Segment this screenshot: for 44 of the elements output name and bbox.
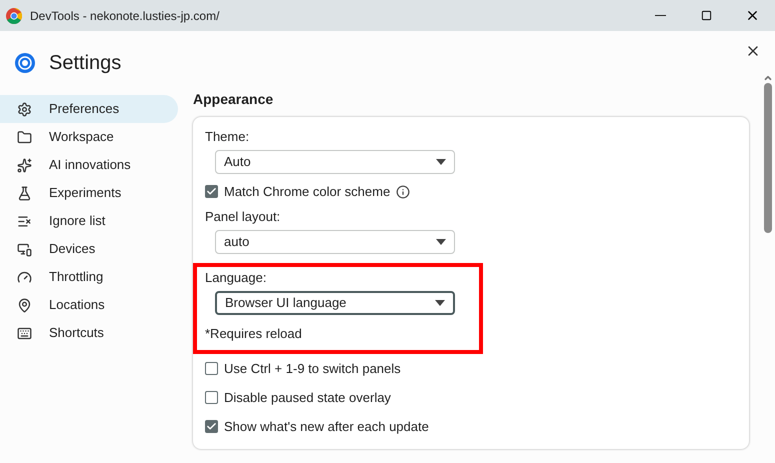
caret-icon: [435, 300, 445, 306]
settings-title: Settings: [49, 51, 122, 76]
sparkles-icon: [17, 158, 32, 172]
sidebar-item[interactable]: AI innovations: [0, 151, 178, 179]
location-pin-icon: [17, 298, 32, 312]
section-title: Appearance: [193, 91, 274, 108]
field-label: Panel layout:: [205, 209, 282, 225]
flask-icon: [17, 186, 32, 200]
list-x-icon: [17, 214, 32, 228]
devices-icon: [17, 242, 32, 256]
caret-icon: [436, 159, 446, 165]
sidebar-item[interactable]: Workspace: [0, 123, 178, 151]
dropdown[interactable]: auto: [215, 230, 455, 254]
keyboard-icon: [17, 326, 32, 340]
maximize-icon: [700, 10, 712, 21]
dropdown[interactable]: Auto: [215, 150, 455, 174]
checkbox-label: Disable paused state overlay: [224, 388, 391, 407]
sidebar-item[interactable]: Locations: [0, 291, 178, 319]
sidebar-item[interactable]: Devices: [0, 235, 178, 263]
checkbox[interactable]: [205, 362, 218, 375]
minimize-icon: [654, 14, 666, 16]
caret-icon: [436, 239, 446, 245]
field-label: Theme:: [205, 129, 250, 145]
chrome-logo-icon: [15, 53, 35, 73]
checkbox[interactable]: [205, 420, 218, 433]
browser-logo-icon: [6, 8, 22, 24]
scroll-up-icon: [763, 73, 773, 83]
checkbox-label: Match Chrome color scheme: [224, 182, 390, 201]
note-text: *Requires reload: [205, 326, 303, 342]
checkbox-label: Use Ctrl + 1-9 to switch panels: [224, 360, 401, 378]
gauge-icon: [17, 270, 32, 284]
sidebar-item[interactable]: Experiments: [0, 179, 178, 207]
checkbox-label: Show what's new after each update: [224, 418, 429, 436]
field-label: Language:: [205, 270, 268, 286]
sidebar-item[interactable]: Throttling: [0, 263, 178, 291]
sidebar-item[interactable]: Preferences: [0, 95, 178, 123]
sidebar-item[interactable]: Shortcuts: [0, 319, 178, 347]
dropdown[interactable]: Browser UI language: [215, 291, 455, 315]
checkbox[interactable]: [205, 391, 218, 404]
sidebar-item[interactable]: Ignore list: [0, 207, 178, 235]
checkbox[interactable]: [205, 185, 218, 198]
settings-icon: [17, 102, 32, 116]
folder-icon: [17, 130, 32, 144]
window-title: DevTools - nekonote.lusties-jp.com/: [30, 8, 220, 24]
